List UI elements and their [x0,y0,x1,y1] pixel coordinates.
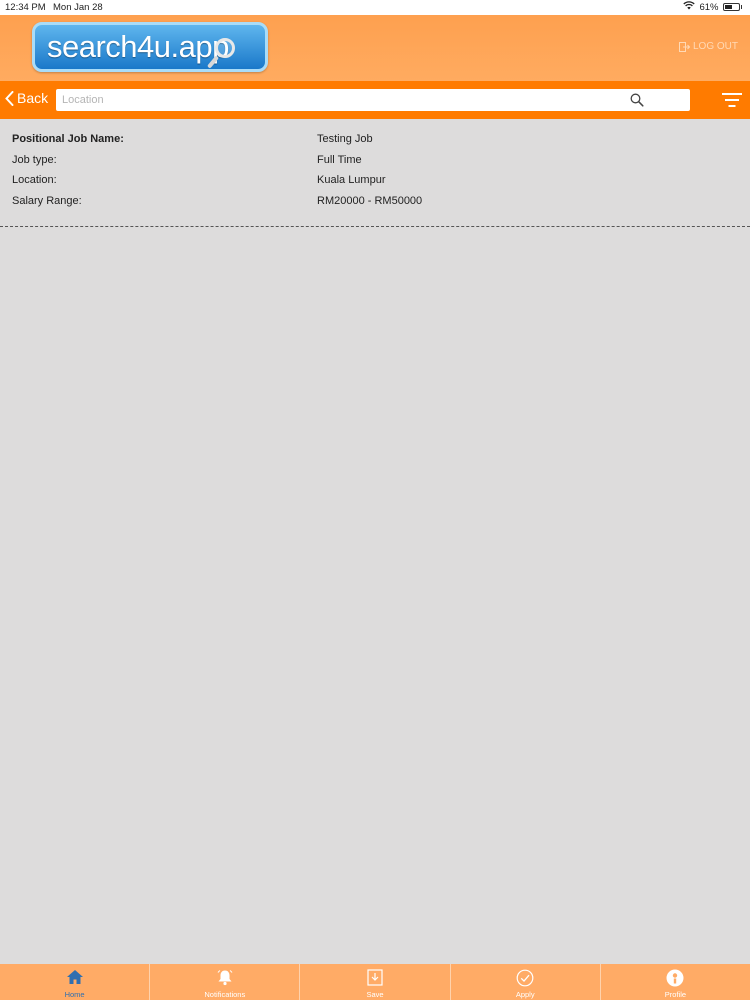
tab-profile-label: Profile [664,990,687,999]
back-label: Back [17,90,49,106]
search-field [56,89,690,111]
bottom-tab-bar: Home Notifications Save Apply Profile [0,964,750,1000]
profile-icon [666,969,684,992]
battery-tip [740,5,742,9]
save-icon [367,969,383,991]
status-date: Mon Jan 28 [53,2,103,13]
status-time: 12:34 PM [5,2,46,13]
tab-apply[interactable]: Apply [450,964,601,1000]
app-logo: search4u.app [32,22,268,72]
salary-value: RM20000 - RM50000 [317,194,423,207]
section-divider [0,226,750,227]
tab-home-label: Home [64,990,85,999]
tab-save-label: Save [366,990,384,999]
bell-icon [216,969,234,991]
job-type-value: Full Time [317,153,362,166]
job-name-value: Testing Job [317,133,373,145]
check-circle-icon [516,969,534,992]
job-type-label: Job type: [12,153,57,166]
logout-button[interactable]: LOG OUT [678,41,738,52]
job-detail-row: Location: Kuala Lumpur [12,174,732,195]
job-detail-row: Job type: Full Time [12,154,732,175]
logo-text: search4u.app [47,29,229,64]
job-name-label: Positional Job Name: [12,133,124,145]
status-bar: 12:34 PM Mon Jan 28 61% [0,0,750,15]
battery-icon [722,3,740,11]
location-search-input[interactable] [62,91,622,109]
battery-percent: 61% [699,1,719,13]
wifi-icon [683,1,696,13]
tab-notifications[interactable]: Notifications [150,964,301,1000]
tab-profile[interactable]: Profile [600,964,750,1000]
job-details: Positional Job Name: Testing Job Job typ… [12,133,732,215]
tab-save[interactable]: Save [300,964,451,1000]
salary-label: Salary Range: [12,194,82,207]
back-button[interactable]: Back [5,90,48,106]
tab-home[interactable]: Home [0,964,151,1000]
search-icon[interactable] [630,93,644,112]
status-indicators: 61% [683,1,742,13]
logout-label: LOG OUT [692,41,738,52]
filter-icon [722,93,742,112]
search-toolbar: Back [0,81,750,119]
job-detail-row: Salary Range: RM20000 - RM50000 [12,195,732,216]
home-icon [66,969,84,990]
tab-notifications-label: Notifications [204,990,246,999]
app-header: search4u.app LOG OUT [0,15,750,81]
location-value: Kuala Lumpur [317,174,386,186]
location-label: Location: [12,174,57,186]
tab-apply-label: Apply [515,990,535,999]
chevron-left-icon [5,90,14,106]
logout-icon [678,41,690,52]
filter-button[interactable] [722,93,742,113]
job-detail-row: Positional Job Name: Testing Job [12,133,732,154]
magnifier-icon [215,38,235,58]
